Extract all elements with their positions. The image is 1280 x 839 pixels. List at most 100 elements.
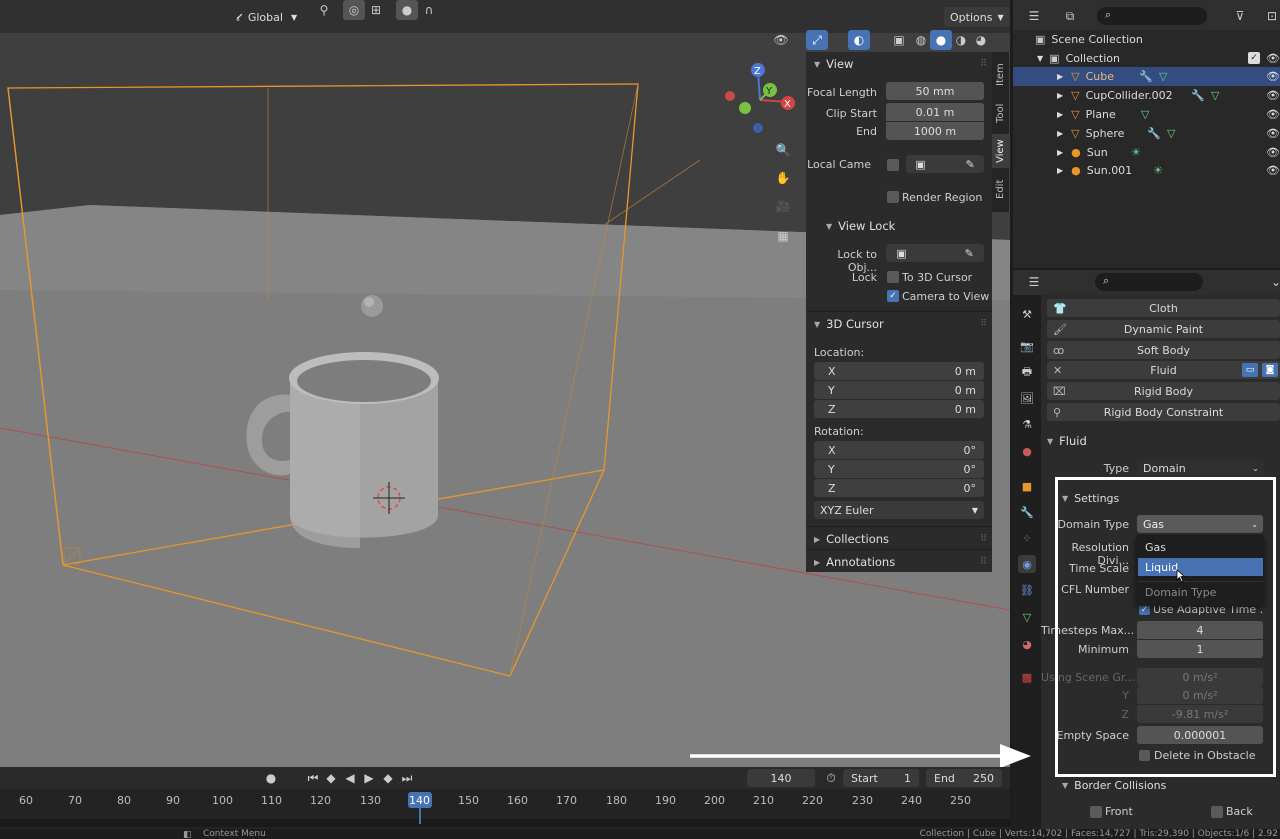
zoom-icon[interactable]: 🔍 [772,140,794,160]
record-icon[interactable]: ● [260,768,282,788]
transform-orientation-dropdown[interactable]: ⭹ Global ▼ [230,7,303,27]
tool-icon[interactable]: ⚒ [1018,305,1036,323]
material-shading-icon[interactable]: ◑ [950,30,972,50]
pivot-icon[interactable]: ⚲ [313,0,335,20]
soft-body-button[interactable]: ꝏ Soft Body [1047,341,1280,359]
outliner-item-sun-001[interactable]: ▶ ● Sun.001 ☀ 👁 [1013,161,1280,180]
scene-icon[interactable]: ⚗ [1018,415,1036,433]
visibility-icon[interactable]: 👁 [770,30,792,50]
outliner-item-plane[interactable]: ▶ ▽ Plane ▽ 👁 [1013,105,1280,124]
fluid-type-dropdown[interactable]: Domain ⌄ [1137,460,1264,477]
lock-to-object-field[interactable]: ▣ ✎ [886,244,984,262]
filter-icon[interactable]: ⊽ [1229,6,1251,26]
eye-icon[interactable]: 👁 [1266,127,1280,140]
new-collection-icon[interactable]: ⊡ [1261,6,1280,26]
view-section-header[interactable]: ▼ View ⠿ [806,53,992,75]
physics-icon[interactable]: ◉ [1018,555,1036,573]
outliner-item-cupcollider[interactable]: ▶ ▽ CupCollider.002 🔧 ▽ 👁 [1013,86,1280,105]
eye-icon[interactable]: 👁 [1266,70,1280,83]
object-icon[interactable]: ■ [1018,477,1036,495]
start-frame-field[interactable]: Start 1 [843,769,919,787]
cursor-location-y[interactable]: Y0 m [814,381,984,399]
outliner-item-cube[interactable]: ▶ ▽ Cube 🔧 ▽ 👁 [1013,67,1280,86]
tab-tool[interactable]: Tool [992,98,1009,128]
render-icon[interactable]: 📷 [1018,337,1036,355]
overlays-icon[interactable]: ◐ [848,30,870,50]
eye-icon[interactable]: 👁 [1266,52,1280,65]
render-region-checkbox[interactable] [887,191,899,203]
snap-icon[interactable]: ◎ [343,0,365,20]
cloth-button[interactable]: 👕 Cloth [1047,299,1280,317]
cursor-rotation-z[interactable]: Z 0° [814,479,984,497]
view-lock-section-header[interactable]: ▼ View Lock [818,215,992,237]
cursor-rotation-y[interactable]: Y 0° [814,460,984,478]
exclude-checkbox[interactable]: ✓ [1248,52,1260,64]
mesh-data-icon[interactable]: ▽ [1018,608,1036,626]
border-front-checkbox[interactable] [1090,806,1102,818]
particles-icon[interactable]: ⁘ [1018,529,1036,547]
collection-row[interactable]: ▼ ▣ Collection ✓ 👁 [1013,49,1280,68]
tab-item[interactable]: Item [992,60,1009,90]
proportional-edit-icon[interactable]: ● [396,0,418,20]
collections-section-header[interactable]: ▶ Collections ⠿ [806,528,992,550]
menu-item-liquid[interactable]: Liquid [1138,558,1263,576]
rigid-body-constraint-button[interactable]: ⚲ Rigid Body Constraint [1047,403,1280,421]
world-icon[interactable]: ● [1018,442,1036,460]
fluid-button[interactable]: ✕ Fluid ▭ ◙ [1047,361,1280,379]
navigation-gizmo-icon[interactable]: Z X Y [722,60,798,140]
tab-edit[interactable]: Edit [992,174,1009,204]
eye-icon[interactable]: 👁 [1266,164,1280,177]
eye-icon[interactable]: 👁 [1266,108,1280,121]
cursor-rotation-x[interactable]: X 0° [814,441,984,459]
scene-collection-row[interactable]: ▣ Scene Collection [1013,30,1280,49]
material-icon[interactable]: ◕ [1018,635,1036,653]
snap-target-icon[interactable]: ⊞ [365,0,387,20]
fluid-panel-header[interactable]: ▼ Fluid [1041,430,1280,452]
viewport-display-icon[interactable]: ▭ [1242,363,1258,377]
wireframe-shading-icon[interactable]: ◍ [910,30,932,50]
focal-length-field[interactable]: 50 mm [886,82,984,100]
end-frame-field[interactable]: End 250 [926,769,1002,787]
search-input[interactable]: ⌕ [1097,7,1207,25]
camera-icon[interactable]: 🎥 [772,196,794,216]
eye-icon[interactable]: 👁 [1266,89,1280,102]
rigid-body-button[interactable]: ⌧ Rigid Body [1047,382,1280,400]
3d-cursor-section-header[interactable]: ▼ 3D Cursor ⠿ [806,313,992,335]
clock-icon[interactable]: ⏱ [820,768,842,788]
modifier-wrench-icon[interactable]: 🔧 [1018,503,1036,521]
texture-icon[interactable]: ▩ [1018,668,1036,686]
rotation-mode-dropdown[interactable]: XYZ Euler ▼ [814,501,984,519]
jump-end-icon[interactable]: ⏭ [396,768,418,788]
border-collisions-header[interactable]: ▼ Border Collisions [1056,776,1264,794]
outliner-item-sun[interactable]: ▶ ● Sun ☀ 👁 [1013,143,1280,162]
display-mode-icon[interactable]: ⧉ [1059,6,1081,26]
lock-to-cursor-checkbox[interactable] [887,271,899,283]
border-back-checkbox[interactable] [1211,806,1223,818]
solid-shading-icon[interactable]: ● [930,30,952,50]
xray-icon[interactable]: ▣ [888,30,910,50]
render-camera-icon[interactable]: ◙ [1262,363,1278,377]
outliner-item-sphere[interactable]: ▶ ▽ Sphere 🔧 ▽ 👁 [1013,124,1280,143]
rendered-shading-icon[interactable]: ◕ [970,30,992,50]
eye-icon[interactable]: 👁 [1266,146,1280,159]
cursor-location-z[interactable]: Z0 m [814,400,984,418]
grid-view-icon[interactable]: ▦ [772,226,794,246]
annotations-section-header[interactable]: ▶ Annotations ⠿ [806,551,992,573]
chevron-down-icon[interactable]: ⌄ [1265,272,1280,292]
editor-type-icon[interactable]: ☰ [1023,6,1045,26]
clip-start-field[interactable]: 0.01 m [886,103,984,121]
editor-type-icon[interactable]: ☰ [1023,272,1045,292]
tab-view[interactable]: View [992,134,1009,168]
options-dropdown[interactable]: Options ▼ [944,7,1010,27]
menu-item-gas[interactable]: Gas [1140,538,1260,556]
timeline-scrollbar[interactable] [0,819,1010,827]
gizmo-icon[interactable]: ⤢ [806,30,828,50]
falloff-icon[interactable]: ∩ [418,0,440,20]
local-camera-checkbox[interactable] [887,159,899,171]
camera-to-view-checkbox[interactable]: ✓ [887,290,899,302]
constraints-icon[interactable]: ⛓ [1018,581,1036,599]
cursor-location-x[interactable]: X0 m [814,362,984,380]
properties-search-input[interactable]: ⌕ [1095,273,1203,291]
pan-hand-icon[interactable]: ✋ [772,168,794,188]
clip-end-field[interactable]: 1000 m [886,122,984,140]
